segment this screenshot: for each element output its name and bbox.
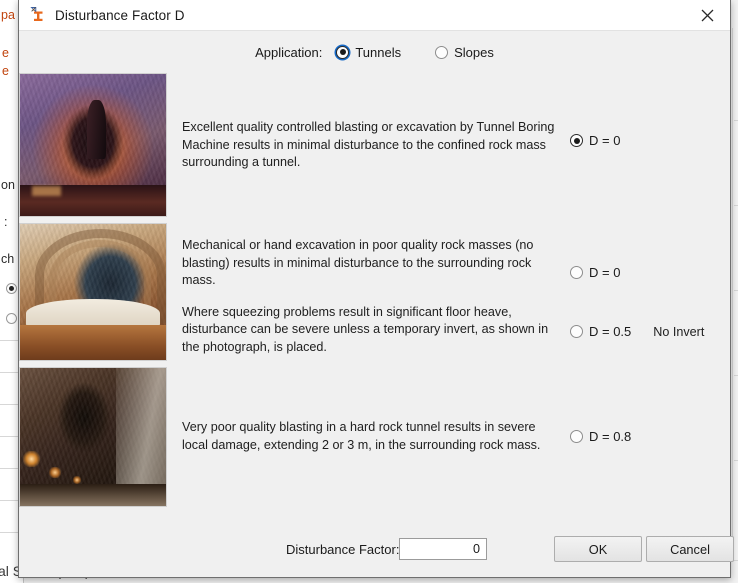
option-note-no-invert: No Invert	[653, 325, 704, 339]
radio-d-value-0-5[interactable]: D = 0.5	[570, 324, 631, 339]
radio-label: Tunnels	[355, 45, 401, 60]
tunnel-photo-squeezing	[19, 223, 167, 361]
bg-fragment: on	[1, 178, 15, 192]
bg-gridline	[734, 205, 738, 206]
dialog-footer: Disturbance Factor: OK Cancel	[19, 521, 730, 577]
option-line: D = 0.5 No Invert	[570, 324, 730, 339]
radio-dot-icon	[570, 266, 583, 279]
close-icon[interactable]	[684, 0, 730, 30]
bg-gridline	[734, 290, 738, 291]
radio-label: D = 0.8	[589, 429, 631, 444]
bg-radio	[6, 313, 17, 324]
radio-d-value-0[interactable]: D = 0	[570, 133, 620, 148]
radio-dot-icon	[570, 325, 583, 338]
disturbance-row: Very poor quality blasting in a hard roc…	[19, 367, 730, 507]
application-label: Application:	[255, 45, 322, 60]
radio-label: D = 0	[589, 133, 620, 148]
bg-gridline	[732, 28, 733, 560]
disturbance-row: Excellent quality controlled blasting or…	[19, 73, 730, 217]
disturbance-options: D = 0.8	[570, 367, 730, 444]
radio-dot-icon	[570, 134, 583, 147]
dialog-title: Disturbance Factor D	[55, 8, 185, 23]
radio-application-slopes[interactable]: Slopes	[435, 45, 494, 60]
dialog-titlebar[interactable]: Disturbance Factor D	[19, 0, 730, 31]
bg-gridline	[734, 460, 738, 461]
disturbance-factor-dialog: Disturbance Factor D Application: Tunnel…	[18, 0, 731, 578]
description-paragraph: Excellent quality controlled blasting or…	[182, 119, 562, 172]
disturbance-factor-input[interactable]	[399, 538, 487, 560]
radio-dot-icon	[435, 46, 448, 59]
disturbance-description: Excellent quality controlled blasting or…	[167, 73, 570, 172]
radio-label: D = 0	[589, 265, 620, 280]
bg-gridline	[734, 120, 738, 121]
radio-d-value-0-no-squeeze[interactable]: D = 0	[570, 265, 620, 280]
bg-fragment: pa	[1, 8, 15, 22]
description-paragraph: Where squeezing problems result in signi…	[182, 304, 562, 357]
disturbance-description: Very poor quality blasting in a hard roc…	[167, 367, 570, 454]
option-line: D = 0.8	[570, 429, 730, 444]
radio-label: D = 0.5	[589, 324, 631, 339]
application-selector: Application: Tunnels Slopes	[19, 31, 730, 73]
disturbance-description: Mechanical or hand excavation in poor qu…	[167, 223, 570, 356]
cancel-button[interactable]: Cancel	[646, 536, 734, 562]
radio-application-tunnels[interactable]: Tunnels	[336, 45, 401, 60]
radio-dot-icon	[336, 46, 349, 59]
option-line: D = 0	[570, 265, 730, 280]
bg-gridline	[734, 375, 738, 376]
radio-d-value-0-8[interactable]: D = 0.8	[570, 429, 631, 444]
option-line: D = 0	[570, 133, 730, 148]
disturbance-options: D = 0	[570, 73, 730, 148]
disturbance-factor-label: Disturbance Factor:	[286, 542, 399, 557]
bg-fragment: :	[4, 215, 7, 229]
disturbance-row: Mechanical or hand excavation in poor qu…	[19, 223, 730, 361]
radio-dot-icon	[570, 430, 583, 443]
bg-fragment: e	[2, 46, 9, 60]
tunnel-photo-tbm	[19, 73, 167, 217]
bg-radio	[6, 283, 17, 294]
ok-button[interactable]: OK	[554, 536, 642, 562]
disturbance-options-list: Excellent quality controlled blasting or…	[19, 73, 730, 507]
specimen-icon	[29, 6, 47, 24]
bg-fragment: ch	[1, 252, 14, 266]
radio-label: Slopes	[454, 45, 494, 60]
tunnel-photo-blast-damage	[19, 367, 167, 507]
description-paragraph: Mechanical or hand excavation in poor qu…	[182, 237, 562, 290]
description-paragraph: Very poor quality blasting in a hard roc…	[182, 419, 562, 454]
bg-fragment: e	[2, 64, 9, 78]
disturbance-options: D = 0 D = 0.5 No Invert	[570, 223, 730, 339]
